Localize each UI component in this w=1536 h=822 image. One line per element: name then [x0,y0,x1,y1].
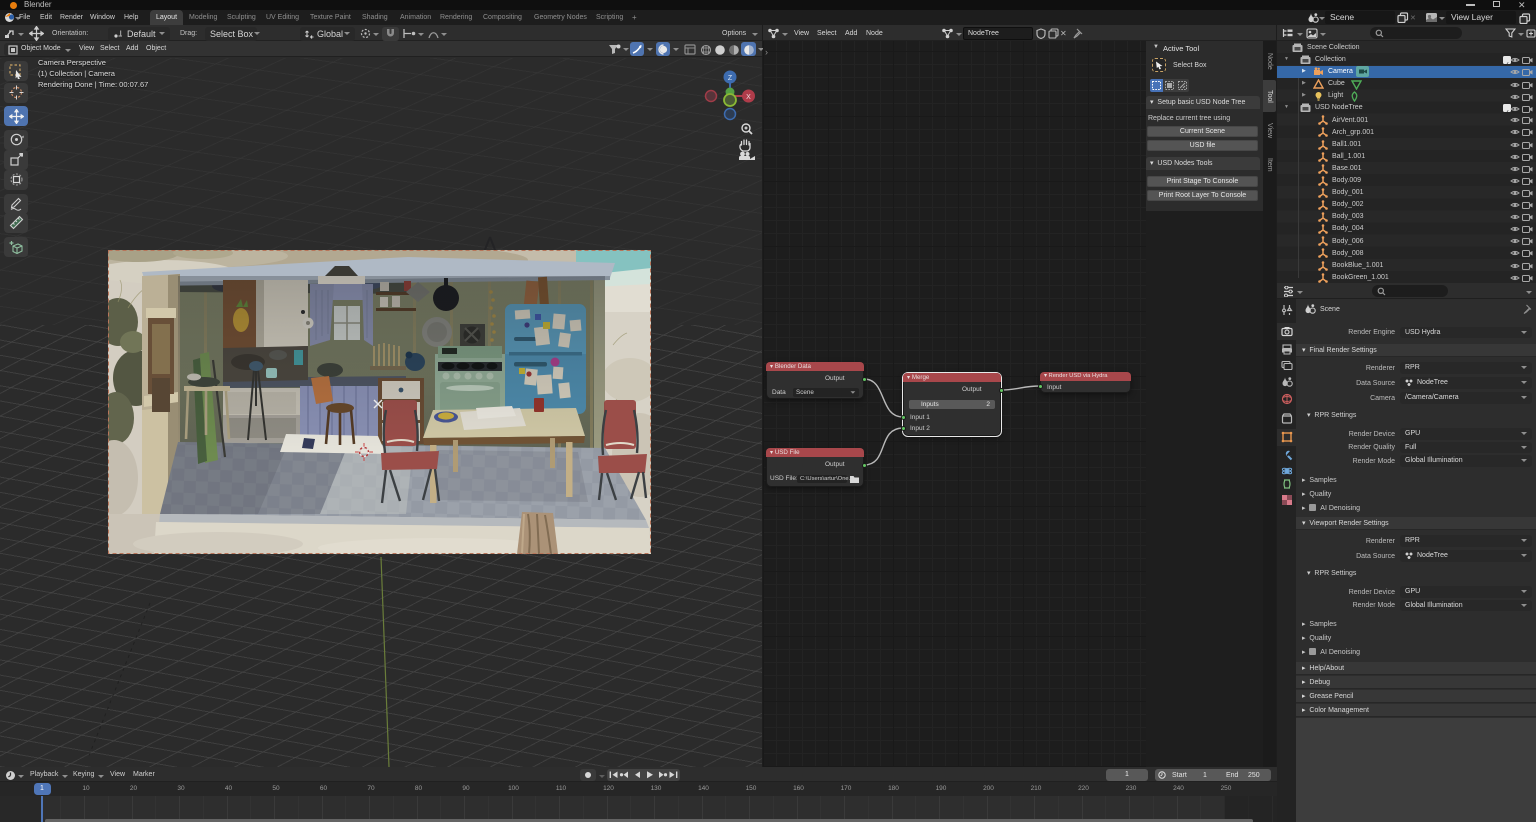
svg-text:Z: Z [728,75,733,82]
svg-text:X: X [746,94,751,101]
